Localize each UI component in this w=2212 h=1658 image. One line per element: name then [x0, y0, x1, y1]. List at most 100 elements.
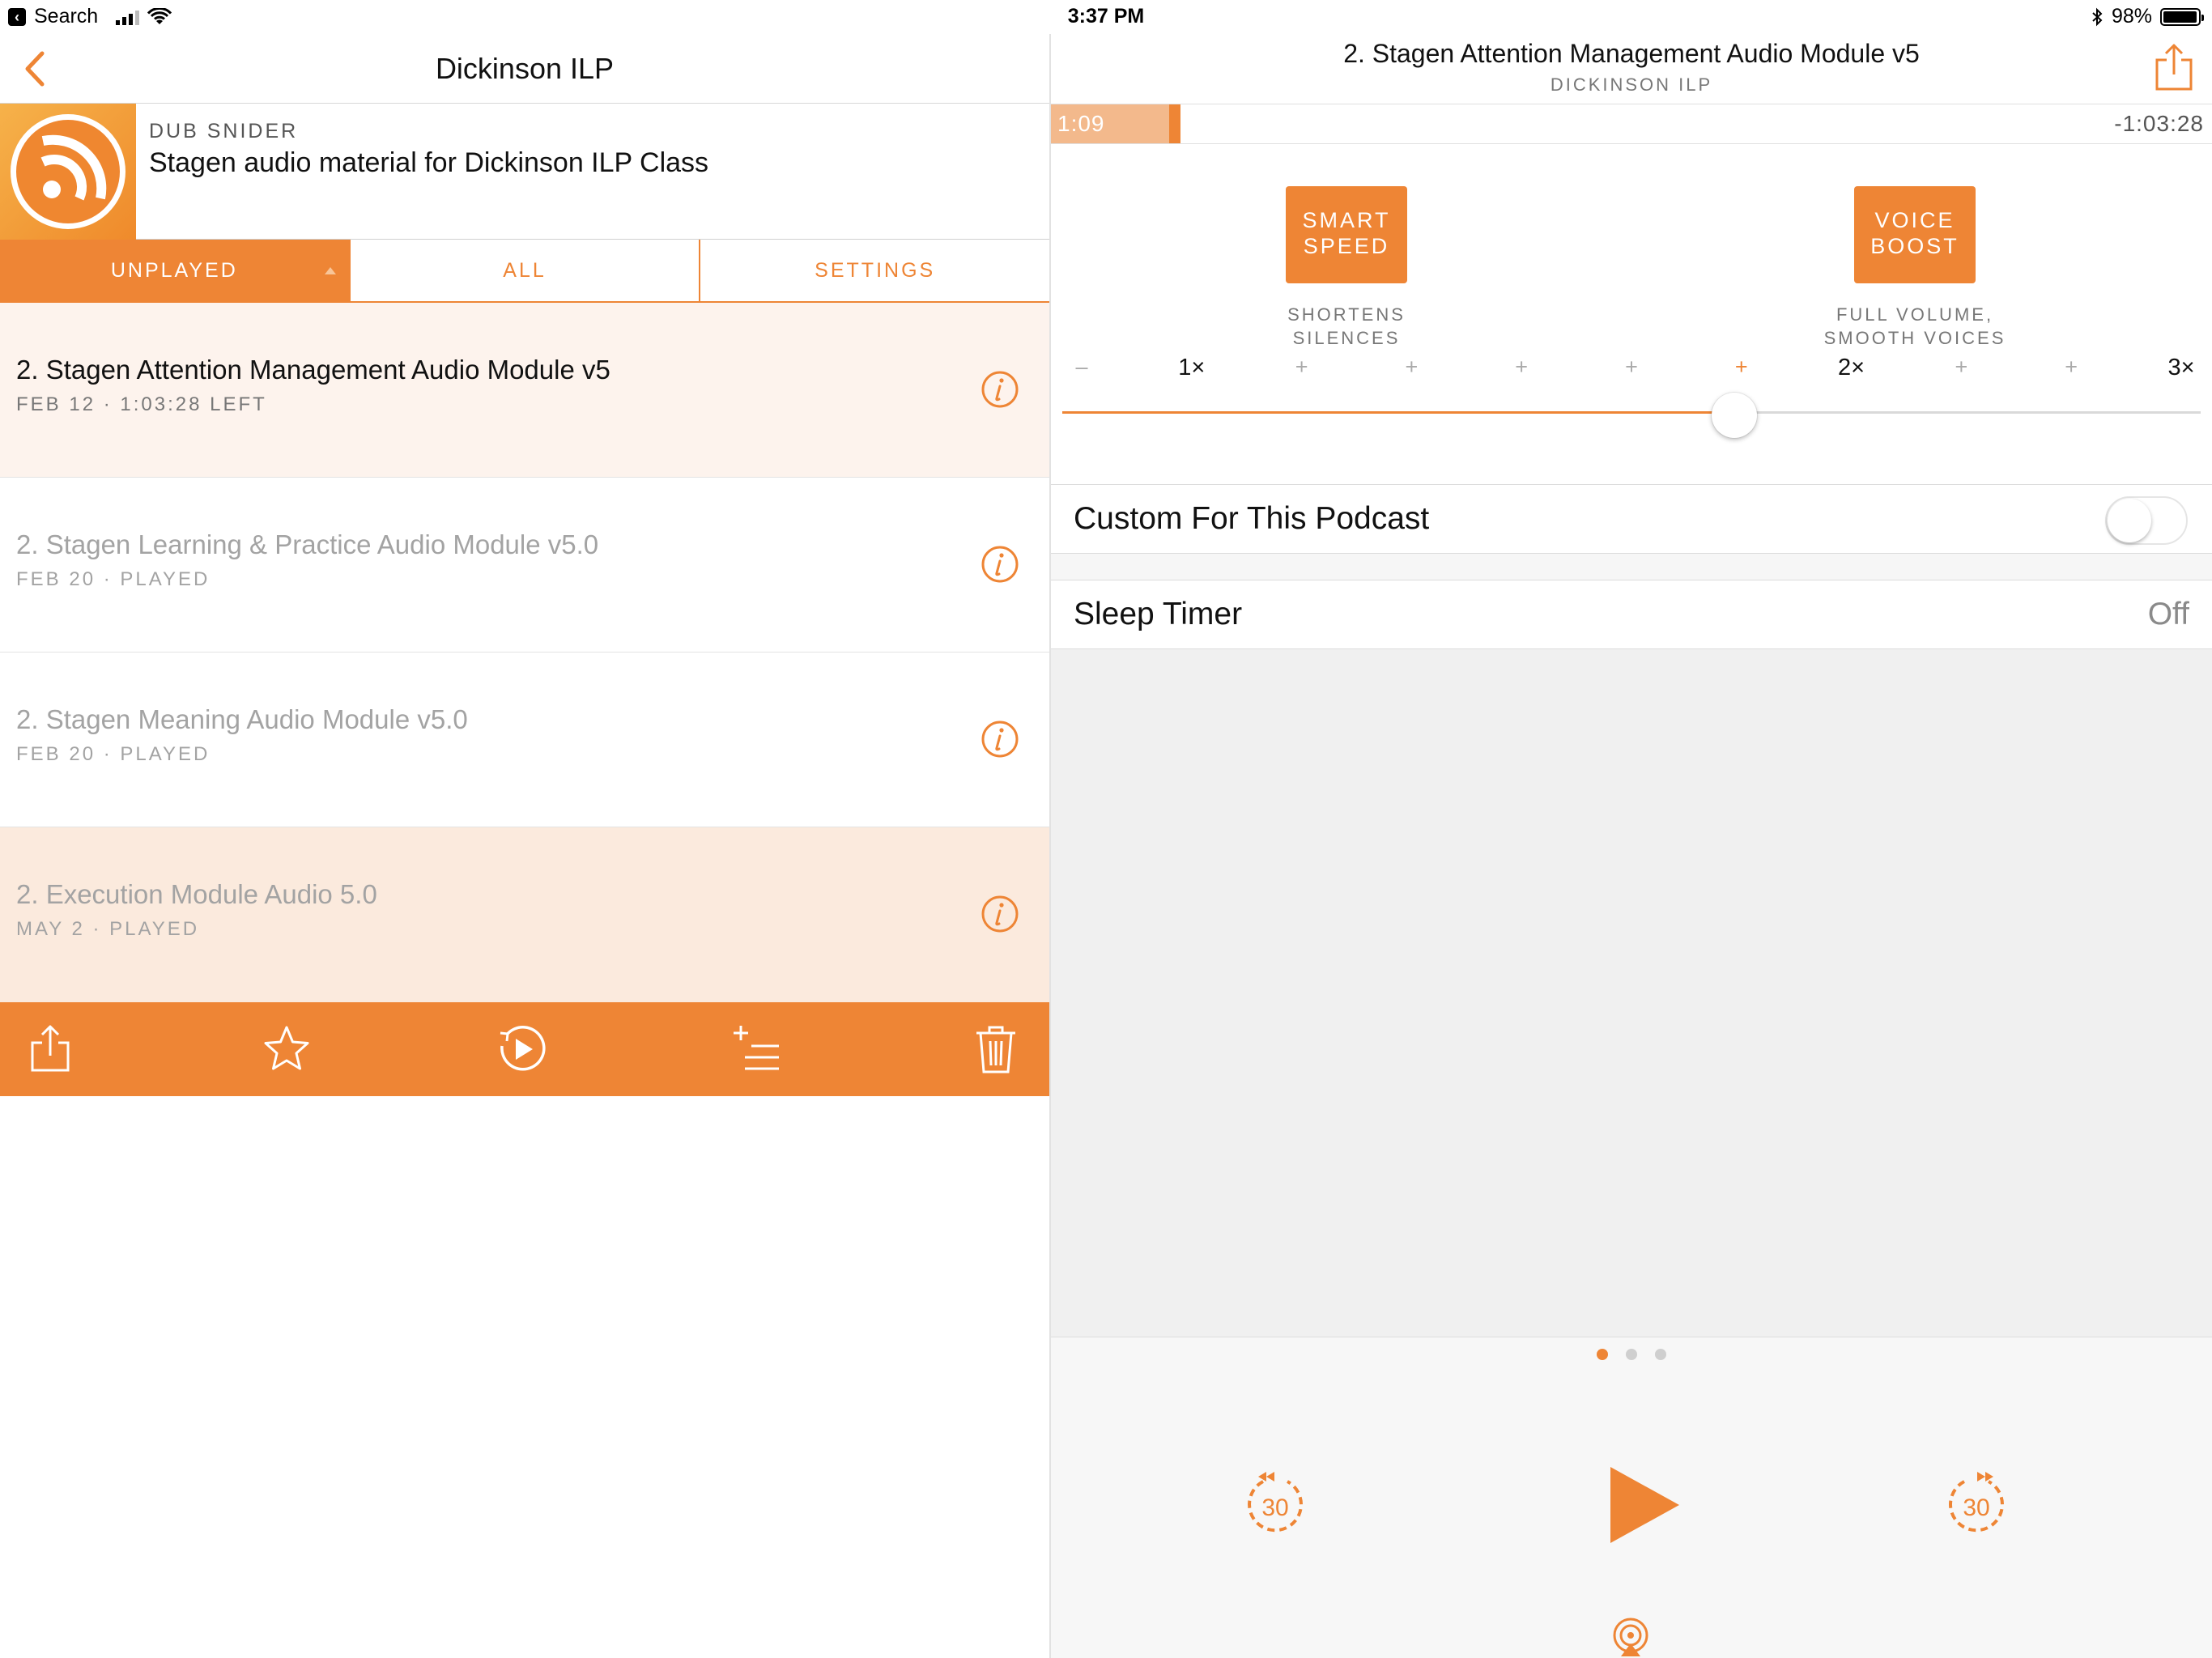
episode-title: 2. Stagen Learning & Practice Audio Modu…: [16, 529, 599, 559]
podcast-author: DUB SNIDER: [149, 120, 299, 142]
speed-tick[interactable]: +: [1295, 355, 1308, 380]
voice-boost-label-2: BOOST: [1870, 234, 1959, 258]
page-dot-effects[interactable]: [1597, 1349, 1608, 1360]
episode-row[interactable]: 2. Stagen Meaning Audio Module v5.0 FEB …: [0, 653, 1049, 827]
share-icon[interactable]: [2152, 42, 2196, 94]
custom-podcast-row: Custom For This Podcast: [1051, 484, 2212, 554]
tab-settings[interactable]: SETTINGS: [700, 240, 1050, 301]
speed-ticks: – 1× + + + + +2× + +3×: [1051, 355, 2212, 387]
sort-caret-icon: [324, 267, 336, 274]
star-icon[interactable]: [261, 1023, 313, 1075]
toggle-knob: [2108, 499, 2151, 542]
episode-meta: FEB 20 · PLAYED: [16, 568, 211, 590]
airplay-audio-icon[interactable]: [1610, 1616, 1652, 1658]
speed-slider-thumb[interactable]: [1711, 393, 1757, 438]
play-next-icon[interactable]: [496, 1023, 547, 1075]
speed-tick[interactable]: –: [1075, 355, 1087, 380]
speed-slider-track[interactable]: [1062, 411, 2201, 414]
now-playing-podcast: DICKINSON ILP: [1550, 74, 1713, 95]
player-header: 2. Stagen Attention Management Audio Mod…: [1051, 34, 2212, 104]
episode-title: 2. Stagen Meaning Audio Module v5.0: [16, 704, 468, 734]
voice-boost-label-1: VOICE: [1874, 208, 1955, 232]
skip-back-icon[interactable]: 30: [1239, 1467, 1312, 1540]
episode-meta: FEB 20 · PLAYED: [16, 743, 211, 765]
podcast-episodes-pane: Dickinson ILP DUB SNIDER Stagen audio ma…: [0, 34, 1050, 1658]
voice-boost-button[interactable]: VOICE BOOST: [1854, 186, 1976, 283]
add-to-queue-icon[interactable]: [730, 1023, 782, 1075]
page-dot[interactable]: [1626, 1349, 1637, 1360]
battery-icon: [2160, 7, 2204, 26]
now-playing-pane: 2. Stagen Attention Management Audio Mod…: [1051, 34, 2212, 1658]
speed-tick[interactable]: +: [1515, 355, 1528, 380]
tab-all-label: ALL: [503, 258, 547, 282]
audio-effects-panel: SMART SPEED SHORTENS SILENCES VOICE BOOS…: [1051, 144, 2212, 484]
page-title: Dickinson ILP: [435, 52, 615, 85]
episode-action-bar: [0, 1002, 1049, 1096]
player-empty-area: [1051, 649, 2212, 1337]
episode-title: 2. Execution Module Audio 5.0: [16, 879, 377, 909]
speed-tick[interactable]: +: [2065, 355, 2078, 380]
smart-speed-caption-2: SILENCES: [1292, 328, 1401, 348]
podcast-artwork[interactable]: [0, 104, 136, 240]
episode-title: 2. Stagen Attention Management Audio Mod…: [16, 355, 610, 385]
info-icon[interactable]: [980, 894, 1020, 934]
status-right: 98%: [2091, 5, 2204, 28]
custom-podcast-toggle[interactable]: [2105, 496, 2188, 545]
playback-controls: 30 30: [1051, 1337, 2212, 1658]
playback-scrubber[interactable]: 1:09 -1:03:28: [1051, 104, 2212, 144]
speed-slider-fill: [1062, 411, 1734, 414]
episode-filter-tabs: UNPLAYED ALL SETTINGS: [0, 240, 1050, 303]
skip-forward-seconds: 30: [1963, 1494, 1989, 1521]
custom-podcast-label: Custom For This Podcast: [1074, 501, 1430, 536]
episode-meta: MAY 2 · PLAYED: [16, 918, 200, 940]
speed-label[interactable]: 2×: [1838, 355, 1865, 381]
speed-tick[interactable]: +: [1955, 355, 1968, 380]
smart-speed-button[interactable]: SMART SPEED: [1286, 186, 1407, 283]
info-icon[interactable]: [980, 719, 1020, 759]
podcast-header: DUB SNIDER Stagen audio material for Dic…: [0, 104, 1049, 240]
speed-label[interactable]: 3×: [2167, 355, 2194, 381]
speed-label[interactable]: 1×: [1178, 355, 1205, 381]
page-indicator: [1051, 1349, 2212, 1360]
podcast-description: Stagen audio material for Dickinson ILP …: [149, 147, 709, 178]
status-time: 3:37 PM: [1067, 5, 1145, 28]
now-playing-title: 2. Stagen Attention Management Audio Mod…: [1343, 39, 1920, 68]
smart-speed-label-2: SPEED: [1303, 234, 1390, 258]
remaining-time: -1:03:28: [2114, 111, 2204, 136]
smart-speed-label-1: SMART: [1302, 208, 1391, 232]
tab-unplayed-label: UNPLAYED: [110, 258, 238, 282]
tab-unplayed[interactable]: UNPLAYED: [0, 240, 351, 301]
episode-row[interactable]: 2. Stagen Attention Management Audio Mod…: [0, 303, 1049, 478]
tab-all[interactable]: ALL: [350, 240, 701, 301]
smart-speed-caption-1: SHORTENS: [1287, 304, 1406, 325]
voice-boost-caption: FULL VOLUME, SMOOTH VOICES: [1793, 303, 2036, 350]
navigation-bar: Dickinson ILP: [0, 34, 1049, 104]
rss-icon: [11, 114, 125, 229]
skip-back-seconds: 30: [1261, 1494, 1288, 1521]
episode-row-selected[interactable]: 2. Execution Module Audio 5.0 MAY 2 · PL…: [0, 827, 1049, 1002]
skip-forward-icon[interactable]: 30: [1940, 1467, 2013, 1540]
tab-settings-label: SETTINGS: [815, 258, 936, 282]
sleep-timer-row[interactable]: Sleep Timer Off: [1051, 580, 2212, 649]
speed-tick[interactable]: +: [1735, 355, 1748, 380]
battery-fill: [2163, 11, 2197, 23]
sleep-timer-label: Sleep Timer: [1074, 597, 1243, 631]
voice-boost-caption-1: FULL VOLUME,: [1836, 304, 1994, 325]
play-icon[interactable]: [1598, 1460, 1687, 1550]
share-icon[interactable]: [24, 1023, 76, 1075]
info-icon[interactable]: [980, 369, 1020, 410]
sleep-timer-value: Off: [2147, 597, 2189, 631]
elapsed-time: 1:09: [1057, 111, 1105, 136]
episode-meta: FEB 12 · 1:03:28 LEFT: [16, 393, 267, 415]
episode-row[interactable]: 2. Stagen Learning & Practice Audio Modu…: [0, 478, 1049, 653]
status-bar: ‹ Search 3:37 PM 98%: [0, 0, 2212, 34]
speed-tick[interactable]: +: [1406, 355, 1419, 380]
scrubber-handle[interactable]: [1169, 104, 1180, 143]
speed-tick[interactable]: +: [1625, 355, 1638, 380]
info-icon[interactable]: [980, 544, 1020, 585]
trash-icon[interactable]: [970, 1023, 1022, 1075]
bluetooth-icon: [2092, 7, 2103, 26]
page-dot[interactable]: [1655, 1349, 1666, 1360]
smart-speed-caption: SHORTENS SILENCES: [1225, 303, 1468, 350]
